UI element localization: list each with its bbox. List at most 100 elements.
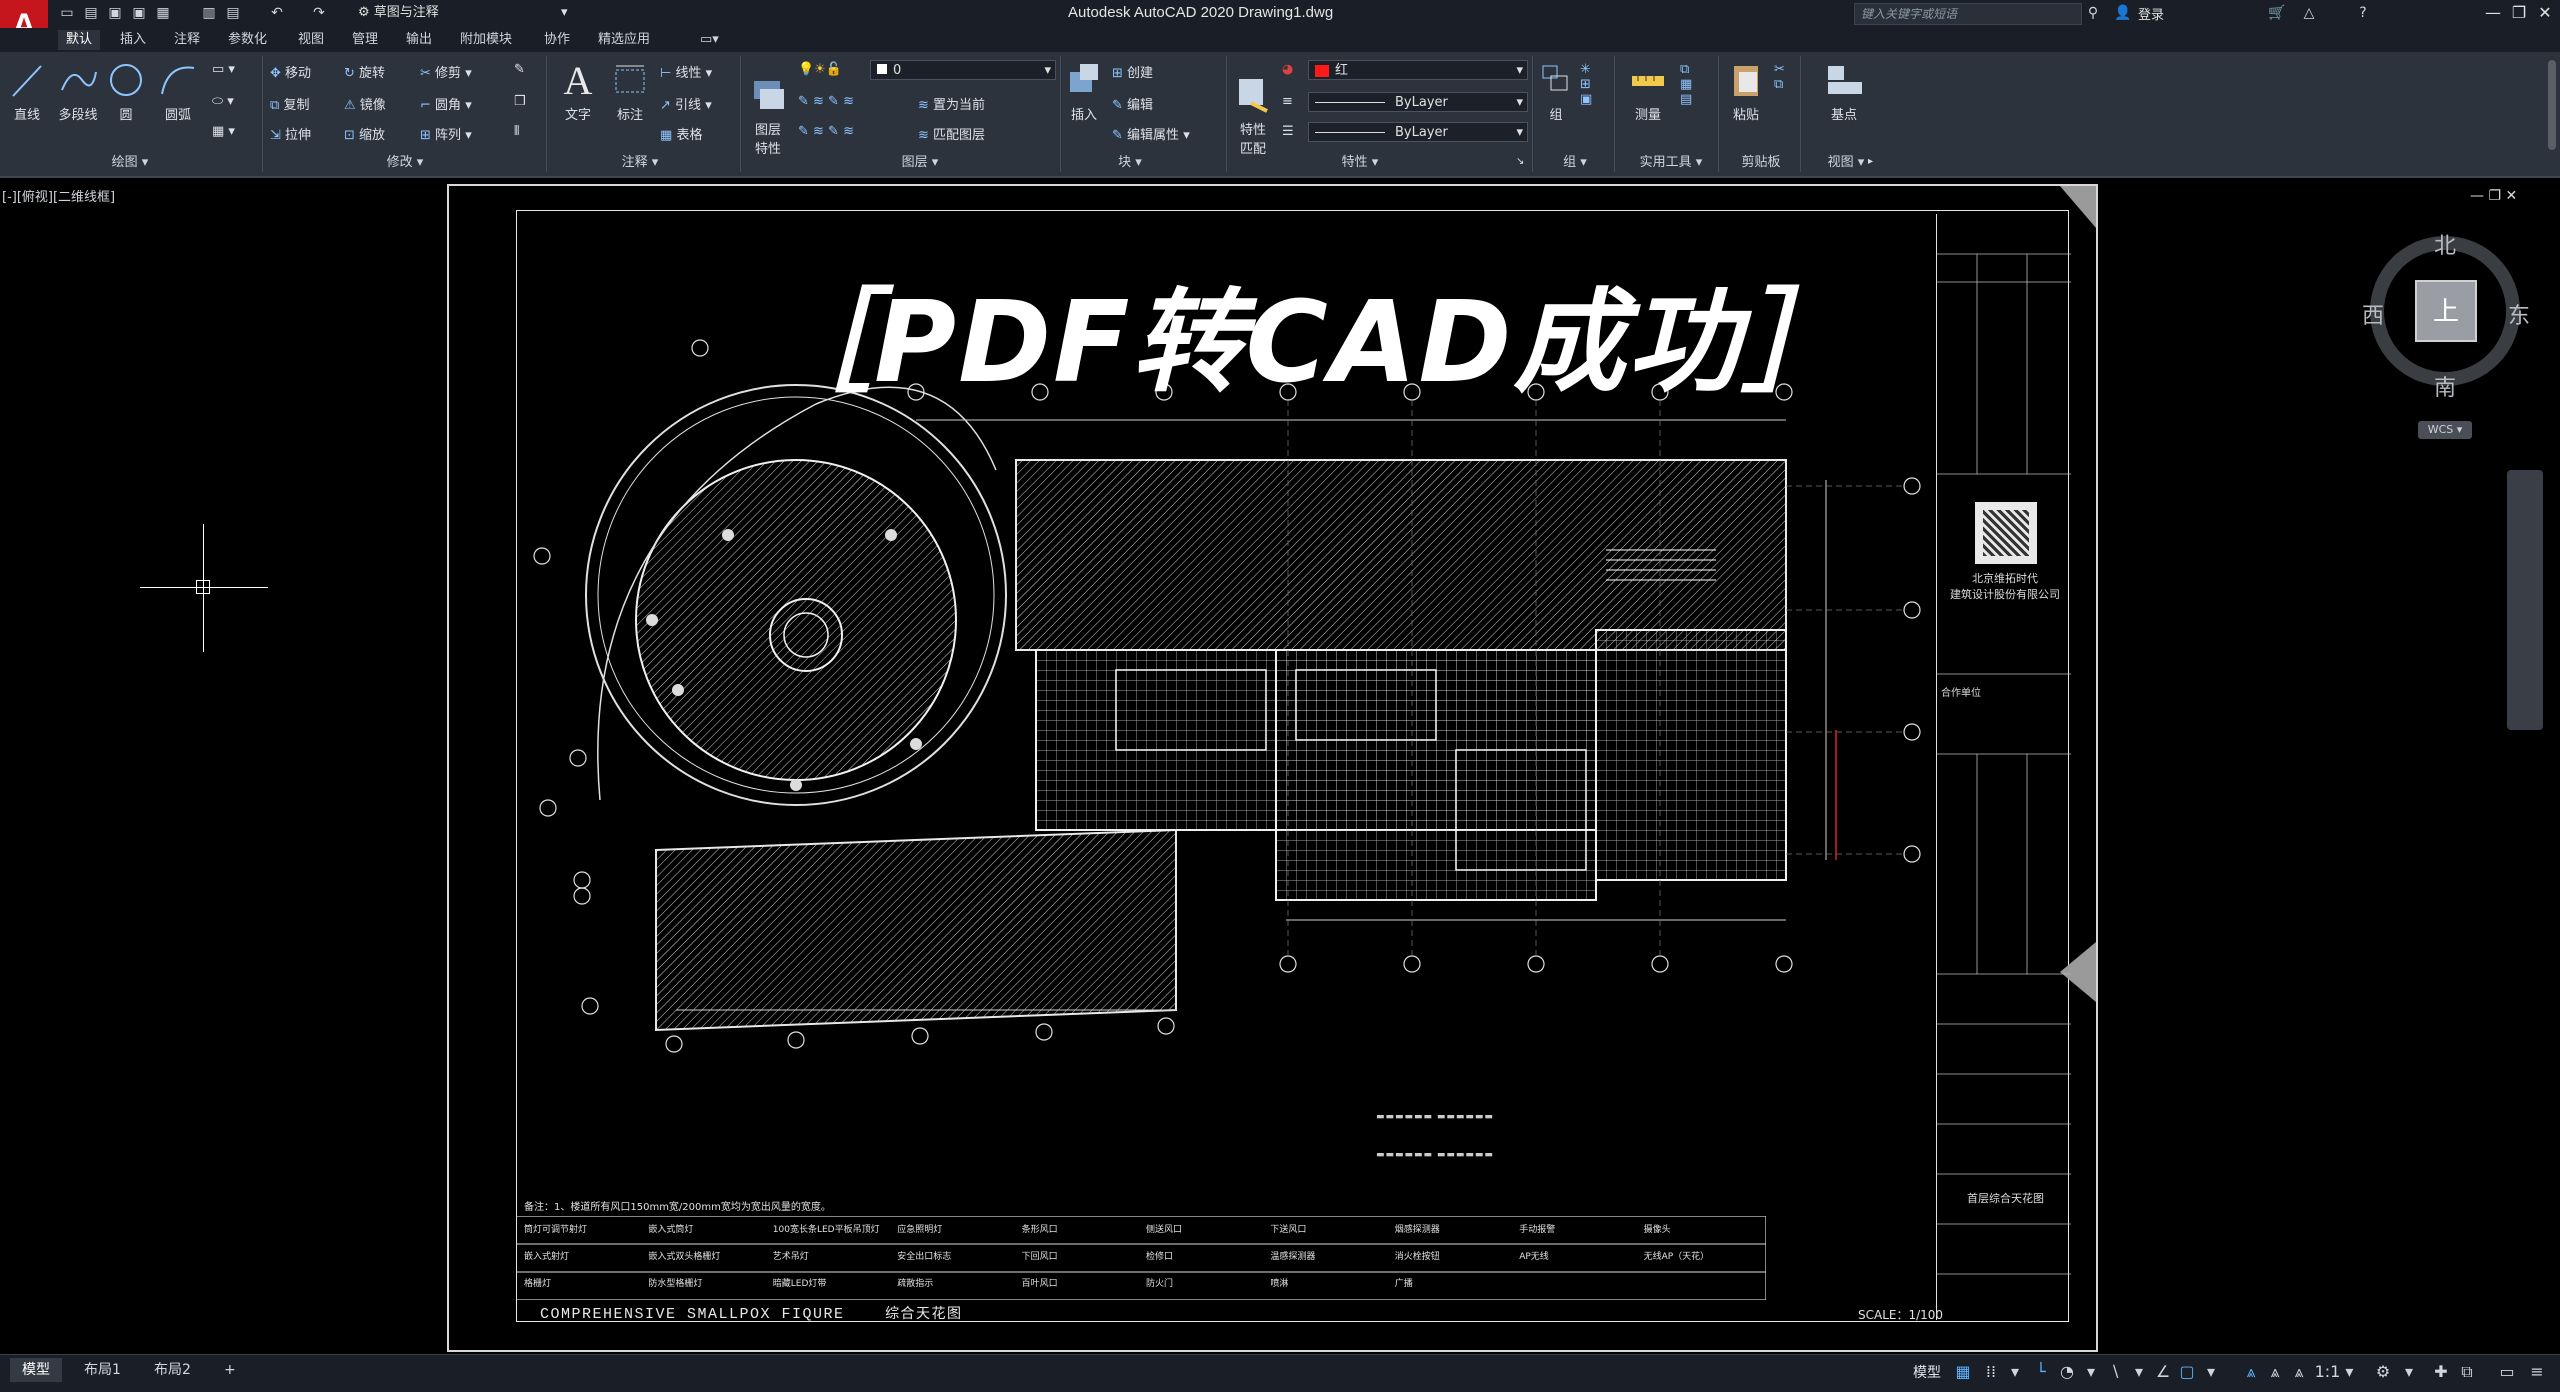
erase-icon[interactable]: ✎ — [514, 62, 525, 77]
match-layer-button[interactable]: ≋ 匹配图层 — [918, 124, 985, 143]
add-icon[interactable]: ✚ — [2430, 1360, 2452, 1384]
rotate-button[interactable]: ↻ 旋转 — [344, 62, 385, 81]
linetype-dropdown[interactable]: ByLayer ▾ — [1308, 92, 1528, 112]
chevron-down-icon[interactable]: ▾ — [2004, 1360, 2026, 1384]
tab-manage[interactable]: 管理 — [344, 30, 386, 50]
tab-default[interactable]: 默认 — [58, 30, 101, 50]
viewport-window-controls[interactable]: — ❐ ✕ — [2470, 188, 2517, 204]
hatch-icon[interactable]: ▦ ▾ — [212, 124, 235, 139]
autodesk-a360-icon[interactable]: △ — [2300, 4, 2318, 22]
object-snap-tracking-icon[interactable]: ∠ — [2152, 1360, 2174, 1384]
move-button[interactable]: ✥ 移动 — [270, 62, 311, 81]
viewcube-top-face[interactable]: 上 — [2415, 280, 2477, 342]
clean-screen-icon[interactable]: ▭ — [2496, 1360, 2518, 1384]
tab-model[interactable]: 模型 — [10, 1358, 62, 1382]
restore-button[interactable]: ❐ — [2506, 2, 2532, 24]
cart-icon[interactable]: 🛒 — [2268, 4, 2286, 22]
modify-panel-label[interactable]: 修改 ▾ — [340, 154, 470, 172]
isodraft-icon[interactable]: ∖ — [2104, 1360, 2126, 1384]
annotation-scale-dropdown[interactable]: 1:1 ▾ — [2314, 1360, 2354, 1384]
binoculars-icon[interactable]: ⚲ — [2084, 4, 2102, 22]
base-view-button[interactable]: 基点 — [1814, 60, 1874, 123]
color-dropdown[interactable]: 红 ▾ — [1308, 60, 1528, 80]
utilities-panel-label[interactable]: 实用工具 ▾ — [1616, 154, 1726, 172]
tab-annotate[interactable]: 注释 — [166, 30, 208, 50]
wcs-dropdown[interactable]: WCS ▾ — [2418, 421, 2472, 439]
layers-panel-label[interactable]: 图层 ▾ — [860, 154, 980, 172]
open-file-icon[interactable]: ▤ — [82, 4, 100, 22]
chevron-down-icon[interactable]: ▾ — [2398, 1360, 2420, 1384]
ortho-icon[interactable]: └ — [2030, 1360, 2052, 1384]
lineweight-dropdown[interactable]: ByLayer ▾ — [1308, 122, 1528, 142]
fillet-button[interactable]: ⌐ 圆角 ▾ — [420, 94, 472, 113]
model-space-toggle[interactable]: 模型 — [1913, 1362, 1941, 1382]
layer-tools-row1[interactable]: ✎ ≋ ✎ ≋ — [798, 94, 854, 109]
line-button[interactable]: 直线 — [6, 60, 48, 123]
viewcube-south[interactable]: 南 — [2434, 370, 2456, 402]
panel-launcher-icon[interactable]: ↘ — [1516, 156, 1524, 167]
draw-panel-label[interactable]: 绘图 ▾ — [60, 154, 200, 172]
tab-insert[interactable]: 插入 — [112, 30, 154, 50]
groups-panel-label[interactable]: 组 ▾ — [1540, 154, 1610, 172]
close-button[interactable]: ✕ — [2532, 2, 2558, 24]
insert-block-button[interactable]: 插入 — [1064, 60, 1104, 123]
publish-icon[interactable]: ▥ — [200, 4, 218, 22]
explode-icon[interactable]: ❒ — [514, 94, 526, 109]
layer-dropdown[interactable]: 0 ▾ — [870, 60, 1056, 80]
save-icon[interactable]: ▣ — [106, 4, 124, 22]
chevron-down-icon[interactable]: ▾ — [2128, 1360, 2150, 1384]
arc-button[interactable]: 圆弧 — [156, 60, 200, 123]
clipboard-tools-icons[interactable]: ✂ ⧉ — [1774, 62, 1785, 92]
tab-output[interactable]: 输出 — [398, 30, 440, 50]
object-snap-icon[interactable]: ▢ — [2176, 1360, 2198, 1384]
user-icon[interactable]: 👤 — [2114, 4, 2132, 22]
chevron-down-icon[interactable]: ▾ — [2200, 1360, 2222, 1384]
layer-properties-button[interactable]: 图层 特性 — [744, 60, 792, 172]
tab-collaborate[interactable]: 协作 — [536, 30, 578, 50]
viewcube-east[interactable]: 东 — [2508, 298, 2530, 330]
annotation-visibility-icon[interactable]: ⩓ — [2240, 1360, 2262, 1384]
new-file-icon[interactable]: ▭ — [58, 4, 76, 22]
help-icon[interactable]: ? — [2354, 4, 2372, 22]
rectangle-icon[interactable]: ▭ ▾ — [212, 62, 235, 77]
annotation-scale-icon[interactable]: ⩓ — [2288, 1360, 2310, 1384]
layer-tools-row2[interactable]: ✎ ≋ ✎ ≋ — [798, 124, 854, 139]
offset-icon[interactable]: ⫴ — [514, 124, 519, 139]
block-panel-label[interactable]: 块 ▾ — [1090, 154, 1170, 172]
tab-view[interactable]: 视图 — [290, 30, 332, 50]
tab-addins[interactable]: 附加模块 — [452, 30, 520, 50]
viewport-controls[interactable]: [-][俯视][二维线框] — [2, 186, 115, 205]
create-block-button[interactable]: ⊞ 创建 — [1112, 62, 1153, 81]
scale-button[interactable]: ⊡ 缩放 — [344, 124, 385, 143]
match-properties-button[interactable]: 特性 匹配 — [1230, 60, 1276, 172]
tab-parametric[interactable]: 参数化 — [220, 30, 275, 50]
ribbon-expand-icon[interactable]: ▸ — [1868, 156, 1873, 167]
mirror-button[interactable]: ⚠ 镜像 — [344, 94, 386, 113]
leader-button[interactable]: ↗ 引线 ▾ — [660, 94, 712, 113]
add-layout-button[interactable]: + — [212, 1358, 248, 1382]
viewcube-north[interactable]: 北 — [2434, 228, 2456, 260]
login-link[interactable]: 登录 — [2138, 4, 2164, 23]
tab-layout2[interactable]: 布局2 — [142, 1358, 203, 1382]
minimize-button[interactable]: — — [2480, 2, 2506, 24]
view-panel-label[interactable]: 视图 ▾ — [1806, 154, 1886, 172]
linear-button[interactable]: ⊢ 线性 ▾ — [660, 62, 712, 81]
customize-menu-icon[interactable]: ≡ — [2526, 1360, 2548, 1384]
array-button[interactable]: ⊞ 阵列 ▾ — [420, 124, 472, 143]
ribbon-scrollbar[interactable] — [2548, 60, 2556, 150]
circle-button[interactable]: 圆 — [104, 60, 148, 123]
group-button[interactable]: 组 — [1536, 60, 1576, 123]
layer-state-icons[interactable]: 💡☀🔓 — [798, 62, 842, 77]
navigation-bar[interactable] — [2507, 470, 2543, 730]
properties-panel-label[interactable]: 特性 ▾ — [1320, 154, 1400, 172]
workspace-dropdown[interactable]: ⚙ 草图与注释 ▾ — [358, 3, 588, 23]
dimension-button[interactable]: 标注 — [606, 60, 654, 123]
workspace-switch-icon[interactable]: ⚙ — [2372, 1360, 2394, 1384]
cloud-save-icon[interactable]: ▦ — [154, 4, 172, 22]
chevron-down-icon[interactable]: ▾ — [2080, 1360, 2102, 1384]
auto-scale-icon[interactable]: ⩓ — [2264, 1360, 2286, 1384]
text-button[interactable]: A 文字 — [554, 58, 602, 123]
search-input[interactable]: 键入关键字或短语 — [1854, 3, 2082, 25]
polar-icon[interactable]: ◔ — [2056, 1360, 2078, 1384]
table-button[interactable]: ▦ 表格 — [660, 124, 702, 143]
